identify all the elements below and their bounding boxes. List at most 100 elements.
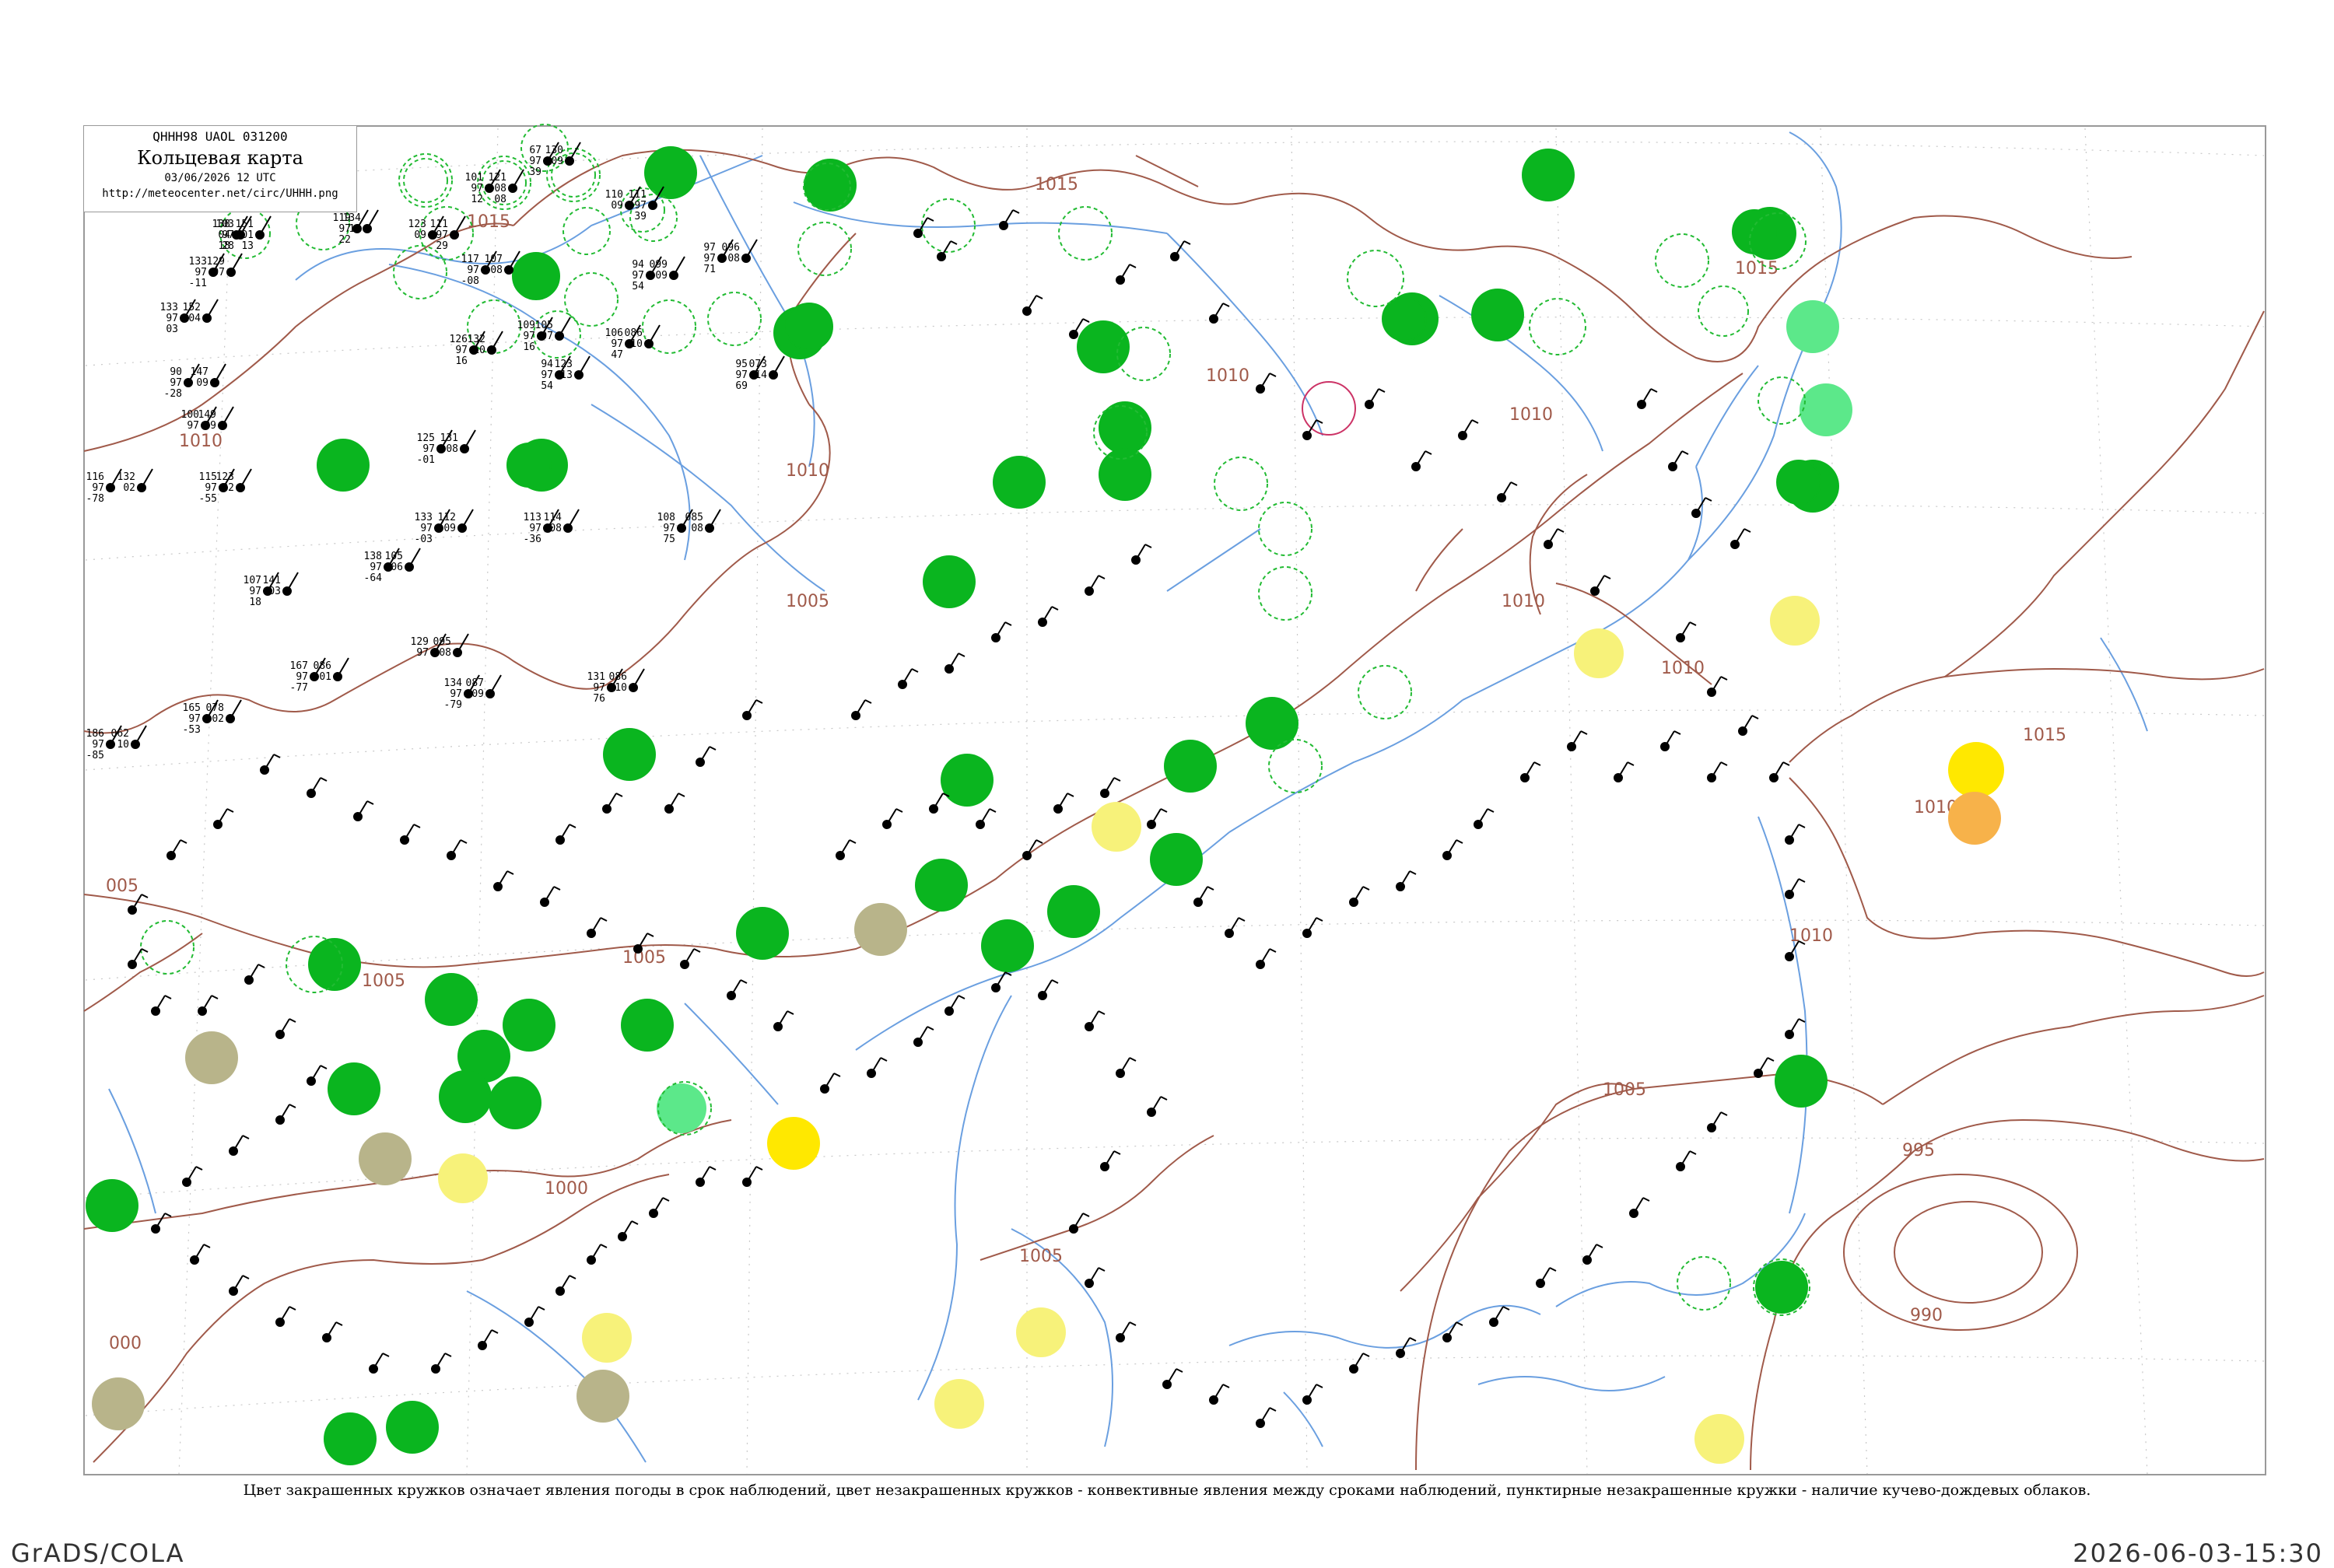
wind-barb-feather-icon [1557, 528, 1565, 533]
phenomenon-circle[interactable] [934, 1379, 984, 1429]
phenomenon-circle[interactable] [1775, 1055, 1828, 1108]
phenomenon-circle[interactable] [1246, 697, 1298, 750]
station-plot[interactable]: 11397-36 [524, 512, 541, 545]
phenomenon-circle[interactable] [386, 1401, 439, 1454]
station-plot[interactable]: 12907 [207, 256, 225, 278]
phenomenon-circle[interactable] [1016, 1307, 1066, 1357]
wind-barb-feather-icon [693, 948, 701, 953]
phenomenon-circle[interactable] [804, 159, 857, 212]
station-plot[interactable]: 9097-28 [164, 366, 182, 400]
station-plot[interactable]: 11597-55 [199, 471, 217, 505]
station-plot[interactable]: 1099716 [517, 320, 535, 353]
station-plot[interactable]: 16597-53 [183, 702, 201, 736]
station-plot[interactable]: 11697-78 [86, 471, 104, 505]
station-plot[interactable]: 13397-03 [415, 512, 433, 545]
phenomenon-circle[interactable] [1150, 833, 1203, 886]
phenomenon-circle[interactable] [923, 555, 976, 608]
station-plot[interactable]: 13497-79 [444, 677, 463, 711]
station-plot[interactable]: 18697-85 [86, 728, 104, 761]
station-plot[interactable]: 13397-11 [189, 256, 207, 289]
station-plot[interactable]: 1069747 [605, 327, 623, 361]
phenomenon-circle[interactable] [1522, 149, 1575, 201]
station-plot[interactable]: 1339703 [160, 302, 178, 335]
station-plot[interactable]: 10507 [535, 320, 553, 342]
phenomenon-circle[interactable] [439, 1070, 492, 1123]
wind-barb-icon [279, 1104, 290, 1121]
phenomenon-circle[interactable] [1471, 289, 1524, 341]
phenomenon-circle[interactable] [438, 1153, 488, 1203]
station-plot[interactable]: 13202 [117, 471, 135, 494]
station-plot[interactable]: 13897-64 [364, 551, 383, 584]
station-plot[interactable]: 14909 [198, 409, 216, 432]
phenomenon-circle[interactable] [603, 728, 656, 781]
phenomenon-circle[interactable] [993, 456, 1046, 509]
station-plot[interactable]: 14709 [191, 366, 209, 389]
phenomenon-circle[interactable] [425, 973, 478, 1026]
phenomenon-circle[interactable] [1776, 460, 1821, 505]
phenomenon-circle[interactable] [582, 1313, 632, 1363]
phenomenon-circle[interactable] [736, 907, 789, 960]
wind-barb-icon [408, 548, 421, 568]
phenomenon-circle[interactable] [1732, 209, 1777, 254]
station-plot[interactable]: 16797-77 [290, 660, 308, 694]
phenomenon-circle[interactable] [1770, 596, 1820, 646]
station-plot[interactable]: 1269716 [450, 334, 468, 367]
phenomenon-circle[interactable] [1047, 885, 1100, 938]
station-plot[interactable]: 11797-08 [461, 254, 479, 287]
station-plot[interactable]: 949754 [632, 259, 644, 292]
phenomenon-circle[interactable] [324, 1412, 377, 1465]
phenomenon-circle[interactable] [767, 1117, 820, 1170]
station-plot[interactable]: 949754 [541, 359, 553, 392]
phenomenon-circle[interactable] [1077, 320, 1130, 373]
wind-barb-feather-icon [180, 839, 187, 844]
phenomenon-circle[interactable] [328, 1062, 380, 1115]
phenomenon-circle[interactable] [506, 443, 552, 488]
phenomenon-circle[interactable] [576, 1370, 629, 1423]
station-plot[interactable]: 12309 [408, 219, 426, 241]
phenomenon-circle[interactable] [1755, 1261, 1808, 1314]
station-plot[interactable]: 959769 [735, 359, 748, 392]
phenomenon-circle[interactable] [941, 754, 994, 807]
phenomenon-circle[interactable] [489, 1076, 541, 1129]
phenomenon-circle[interactable] [1800, 383, 1852, 436]
phenomenon-circle[interactable] [785, 303, 833, 351]
phenomenon-circle[interactable] [1574, 628, 1624, 678]
station-plot[interactable]: 1319776 [587, 671, 605, 705]
wind-barb-icon [1026, 839, 1037, 856]
phenomenon-circle[interactable] [185, 1031, 238, 1084]
phenomenon-circle[interactable] [1694, 1414, 1744, 1464]
station-plot[interactable]: 08508 [685, 512, 703, 534]
station-plot[interactable]: 12597-01 [417, 432, 435, 466]
phenomenon-circle[interactable] [981, 919, 1034, 972]
phenomenon-circle[interactable] [1164, 740, 1217, 793]
phenomenon-circle[interactable] [1786, 300, 1839, 353]
phenomenon-circle[interactable] [621, 999, 674, 1052]
station-plot[interactable]: 979771 [703, 242, 716, 275]
phenomenon-circle[interactable] [1092, 802, 1141, 852]
station-plot[interactable]: 10097 [181, 409, 199, 432]
station-plot[interactable]: 11009 [605, 189, 623, 212]
wind-barb-icon [1789, 1018, 1800, 1035]
phenomenon-circle[interactable] [359, 1132, 412, 1185]
station-plot[interactable]: 12302 [216, 471, 234, 494]
station-plot[interactable]: 1089775 [657, 512, 675, 545]
phenomenon-circle[interactable] [512, 252, 560, 300]
phenomenon-circle[interactable] [915, 859, 968, 912]
station-plot[interactable]: 1079718 [244, 575, 261, 608]
phenomenon-circle[interactable] [317, 439, 370, 492]
phenomenon-circle[interactable] [92, 1377, 145, 1430]
station-plot[interactable]: 13210 [468, 334, 485, 356]
source-url[interactable]: http://meteocenter.net/circ/UHHH.png [84, 187, 356, 200]
phenomenon-circle[interactable] [503, 999, 555, 1052]
weather-map: 1015 1015 1015 1015 1010 1010 1010 1010 … [83, 124, 2266, 1475]
phenomenon-circle[interactable] [854, 903, 907, 956]
wind-barb-icon [1524, 761, 1535, 779]
phenomenon-circle[interactable] [1099, 448, 1151, 501]
phenomenon-circle[interactable] [1948, 792, 2001, 845]
phenomenon-circle[interactable] [86, 1179, 138, 1232]
station-plot[interactable]: 1019712 [465, 172, 483, 205]
phenomenon-circle[interactable] [1948, 742, 2004, 798]
station-value-t: 97 [187, 420, 199, 432]
station-plot[interactable]: 679739 [529, 145, 541, 178]
station-plot[interactable]: 12997 [411, 636, 429, 659]
